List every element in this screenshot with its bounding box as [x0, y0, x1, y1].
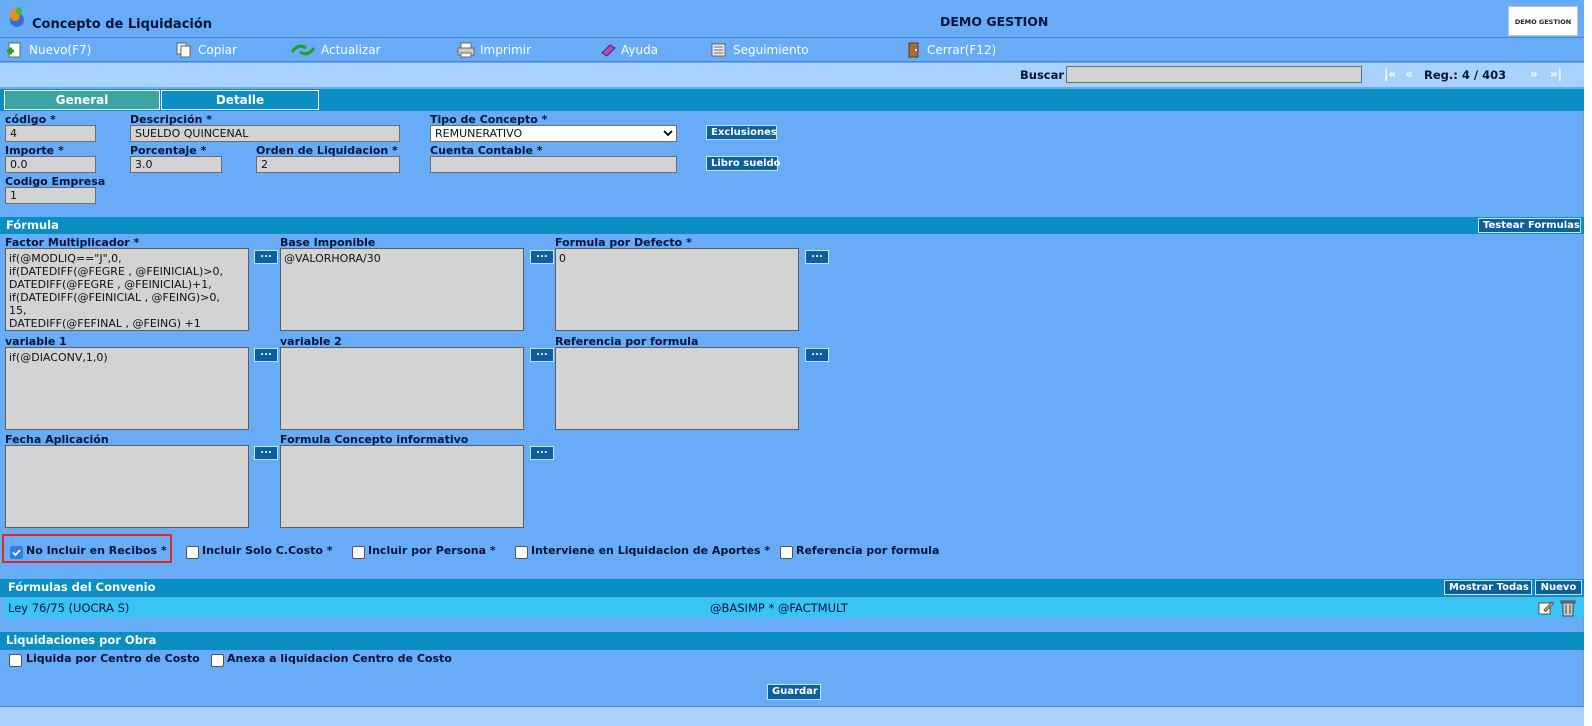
window-title: Concepto de Liquidación [32, 17, 213, 32]
copiar-label: Copiar [198, 43, 237, 57]
referencia-formula-label: Referencia por formula [796, 544, 940, 557]
convenio-section-title: Fórmulas del Convenio [8, 580, 156, 594]
guardar-button[interactable]: Guardar [767, 684, 821, 700]
seguimiento-label: Seguimiento [733, 43, 809, 57]
fecha-textarea[interactable] [5, 445, 249, 528]
search-label: Buscar [1020, 68, 1065, 82]
formula-section-bar: Fórmula Testear Formulas [0, 217, 1584, 234]
obra-section-title: Liquidaciones por Obra [6, 633, 157, 647]
trash-icon[interactable] [1560, 599, 1576, 617]
porcentaje-field[interactable]: 3.0 [130, 156, 222, 173]
prev-record-button[interactable]: « [1405, 67, 1413, 81]
var1-expand-button[interactable]: ... [254, 348, 278, 362]
company-name: DEMO GESTION [940, 14, 1049, 29]
checkmark-icon [12, 549, 21, 557]
actualizar-label: Actualizar [321, 43, 381, 57]
base-expand-button[interactable]: ... [530, 250, 554, 264]
centro-costo-label: Liquida por Centro de Costo [26, 652, 200, 665]
edit-icon[interactable] [1538, 600, 1554, 616]
search-bar: Buscar |« « Reg.: 4 / 403 » »| [0, 63, 1584, 87]
cerrar-label: Cerrar(F12) [927, 43, 997, 57]
var2-expand-button[interactable]: ... [530, 348, 554, 362]
next-record-button[interactable]: » [1530, 67, 1538, 81]
defecto-textarea[interactable]: 0 [555, 248, 799, 331]
toolbar: Nuevo(F7) Copiar Actualizar Imprimir Ayu… [0, 38, 1584, 62]
mostrar-todas-button[interactable]: Mostrar Todas [1444, 580, 1532, 595]
empresa-field: 1 [5, 187, 96, 204]
seguimiento-button[interactable]: Seguimiento [710, 41, 809, 59]
status-bar [0, 706, 1584, 726]
testear-formulas-button[interactable]: Testear Formulas [1478, 218, 1581, 233]
convenio-name-cell: Ley 76/75 (UOCRA S) [8, 601, 130, 615]
fecha-expand-button[interactable]: ... [254, 446, 278, 460]
descripcion-field[interactable]: SUELDO QUINCENAL [130, 125, 400, 142]
factor-expand-button[interactable]: ... [254, 250, 278, 264]
tracking-icon [711, 43, 726, 57]
nuevo-button[interactable]: Nuevo(F7) [6, 41, 91, 59]
base-textarea[interactable]: @VALORHORA/30 [280, 248, 524, 331]
last-record-button[interactable]: »| [1550, 67, 1562, 81]
referencia-textarea[interactable] [555, 347, 799, 430]
search-input[interactable] [1066, 66, 1362, 83]
anexa-checkbox[interactable] [211, 654, 224, 667]
defecto-expand-button[interactable]: ... [805, 250, 829, 264]
no-incluir-label: No Incluir en Recibos * [26, 544, 167, 557]
referencia-expand-button[interactable]: ... [805, 348, 829, 362]
ayuda-button[interactable]: Ayuda [600, 41, 658, 59]
record-counter: Reg.: 4 / 403 [1424, 68, 1507, 82]
printer-icon [457, 42, 475, 58]
chevron-down-icon [663, 130, 673, 137]
solo-costo-label: Incluir Solo C.Costo * [202, 544, 333, 557]
title-bar: Concepto de Liquidación DEMO GESTION DEM… [0, 0, 1584, 38]
var1-textarea[interactable]: if(@DIACONV,1,0) [5, 347, 249, 430]
actualizar-button[interactable]: Actualizar [290, 41, 381, 59]
obra-section-bar: Liquidaciones por Obra [0, 632, 1584, 650]
scrollbar[interactable] [1584, 0, 1592, 726]
convenio-section-bar: Fórmulas del Convenio Mostrar Todas Nuev… [0, 579, 1584, 597]
convenio-formula-cell: @BASIMP * @FACTMULT [710, 601, 848, 615]
table-row[interactable]: Ley 76/75 (UOCRA S) @BASIMP * @FACTMULT [4, 598, 1584, 618]
ayuda-label: Ayuda [621, 43, 659, 57]
tab-detalle[interactable]: Detalle [161, 90, 319, 110]
informativo-expand-button[interactable]: ... [530, 446, 554, 460]
solo-costo-checkbox[interactable] [186, 546, 199, 559]
por-persona-checkbox[interactable] [352, 546, 365, 559]
importe-field[interactable]: 0.0 [5, 156, 96, 173]
centro-costo-checkbox[interactable] [9, 654, 22, 667]
exclusiones-button[interactable]: Exclusiones [706, 125, 777, 140]
informativo-textarea[interactable] [280, 445, 524, 528]
tab-general[interactable]: General [4, 90, 160, 110]
app-logo-icon [10, 7, 24, 27]
copiar-button[interactable]: Copiar [175, 41, 237, 59]
no-incluir-checkbox[interactable] [10, 546, 23, 559]
aportes-label: Interviene en Liquidacion de Aportes * [531, 544, 771, 557]
imprimir-label: Imprimir [480, 43, 532, 57]
copy-icon [176, 42, 191, 58]
brand-logo: DEMO GESTION [1508, 6, 1578, 36]
help-book-icon [601, 44, 616, 57]
anexa-label: Anexa a liquidacion Centro de Costo [227, 652, 452, 665]
close-door-icon [908, 42, 919, 58]
nuevo-label: Nuevo(F7) [29, 43, 92, 57]
imprimir-button[interactable]: Imprimir [457, 41, 531, 59]
factor-textarea[interactable]: if(@MODLIQ=="J",0, if(DATEDIFF(@FEGRE , … [5, 248, 249, 331]
tipo-concepto-value: REMUNERATIVO [435, 127, 523, 140]
new-document-icon [7, 42, 21, 58]
formula-section-title: Fórmula [6, 218, 59, 232]
nuevo-convenio-button[interactable]: Nuevo [1535, 580, 1582, 595]
por-persona-label: Incluir por Persona * [368, 544, 496, 557]
tipo-concepto-select[interactable]: REMUNERATIVO [430, 125, 677, 142]
var2-textarea[interactable] [280, 347, 524, 430]
cuenta-field[interactable] [430, 156, 677, 173]
refresh-icon [290, 44, 316, 56]
libro-sueldo-button[interactable]: Libro sueldo [706, 156, 781, 171]
first-record-button[interactable]: |« [1384, 67, 1396, 81]
tabs-strip: General Detalle [0, 89, 1584, 111]
referencia-formula-checkbox[interactable] [780, 546, 793, 559]
aportes-checkbox[interactable] [515, 546, 528, 559]
cerrar-button[interactable]: Cerrar(F12) [906, 41, 996, 59]
app-window: Concepto de Liquidación DEMO GESTION DEM… [0, 0, 1584, 726]
codigo-field[interactable]: 4 [5, 125, 96, 142]
orden-field[interactable]: 2 [256, 156, 400, 173]
